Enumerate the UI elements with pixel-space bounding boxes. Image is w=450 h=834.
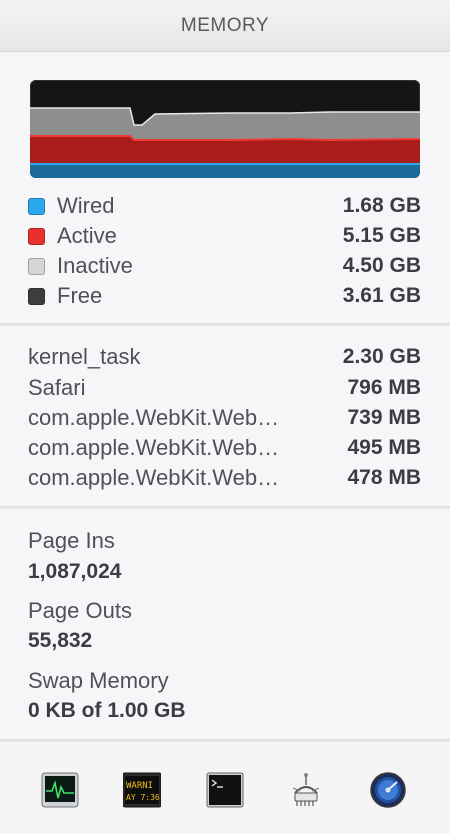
process-row[interactable]: com.apple.WebKit.Web… 739 MB [28,403,421,433]
memory-value: 4.50 GB [342,254,421,277]
memory-row-inactive: Inactive 4.50 GB [28,251,421,281]
console-icon[interactable]: WARNI AY 7:36 [122,771,162,809]
panel-header: MEMORY [0,0,450,52]
memory-label: Active [57,223,117,248]
process-row[interactable]: Safari 796 MB [28,373,421,403]
memory-label: Inactive [57,253,133,278]
system-information-icon[interactable] [287,771,325,809]
disk-utility-icon[interactable] [369,771,407,809]
process-name: Safari [28,375,86,400]
process-name: com.apple.WebKit.Web… [28,435,280,460]
graph-wired-area [30,164,420,178]
memory-label: Free [57,283,103,308]
memory-label: Wired [57,193,115,218]
process-memory: 796 MB [347,376,421,399]
terminal-icon[interactable] [206,771,244,809]
memory-row-wired: Wired 1.68 GB [28,191,421,221]
process-name: com.apple.WebKit.Web… [28,405,280,430]
page-ins-value: 1,087,024 [28,560,122,583]
memory-row-active: Active 5.15 GB [28,221,421,251]
process-name: com.apple.WebKit.Web… [28,465,280,490]
memory-graph [30,80,420,178]
active-swatch [28,227,45,245]
page-outs-value: 55,832 [28,629,93,652]
free-swatch [28,287,45,305]
swap-memory-label: Swap Memory [28,668,169,693]
page-outs-label: Page Outs [28,598,132,623]
process-memory: 495 MB [347,436,421,459]
panel-title: MEMORY [180,14,270,36]
process-row[interactable]: com.apple.WebKit.Web… 495 MB [28,433,421,463]
memory-panel: MEMORY Wired 1.68 GB Active 5.15 GB Inac… [0,0,450,834]
swap-memory-value: 0 KB of 1.00 GB [28,699,186,722]
inactive-swatch [28,257,45,275]
section-divider [0,506,450,509]
process-row[interactable]: kernel_task 2.30 GB [28,342,421,372]
page-ins-label: Page Ins [28,528,115,553]
memory-value: 5.15 GB [342,224,421,247]
section-divider [0,323,450,326]
activity-monitor-icon[interactable] [41,771,79,809]
memory-row-free: Free 3.61 GB [28,281,421,311]
wired-swatch [28,197,45,215]
memory-graph-svg [30,107,420,178]
memory-value: 1.68 GB [342,194,421,217]
memory-value: 3.61 GB [342,284,421,307]
svg-text:WARNI: WARNI [126,781,153,791]
svg-text:AY 7:36: AY 7:36 [126,793,160,802]
process-memory: 478 MB [347,466,421,489]
process-row[interactable]: com.apple.WebKit.Web… 478 MB [28,463,421,493]
process-name: kernel_task [28,344,141,369]
process-memory: 739 MB [347,406,421,429]
process-memory: 2.30 GB [342,345,421,368]
